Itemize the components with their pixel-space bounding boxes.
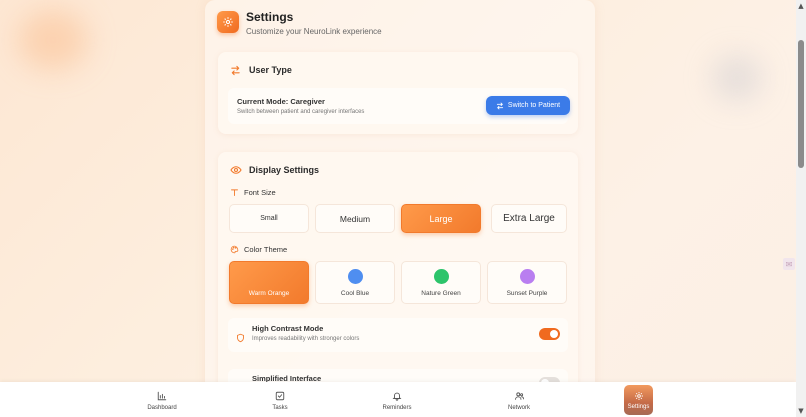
theme-sunset-purple-label: Sunset Purple [506, 290, 548, 297]
nav-label-settings: Settings [627, 404, 650, 410]
checkbox-icon [275, 391, 285, 402]
theme-swatch [520, 269, 535, 284]
nav-label-dashboard: Dashboard [147, 404, 177, 411]
nav-item-network[interactable]: Network [499, 387, 539, 414]
nav-item-reminders[interactable]: Reminders [377, 387, 417, 414]
vertical-scrollbar[interactable]: ▲ ▼ [796, 0, 806, 417]
theme-option-warm-orange[interactable]: Warm Orange [229, 261, 309, 304]
display-settings-heading: Display Settings [230, 164, 319, 176]
decorative-blob [18, 10, 88, 70]
user-type-heading: User Type [230, 64, 292, 76]
theme-nature-green-label: Nature Green [421, 290, 461, 297]
scroll-down-arrow-icon[interactable]: ▼ [796, 405, 806, 417]
type-icon [230, 188, 240, 197]
theme-warm-orange-label: Warm Orange [248, 290, 290, 297]
bell-icon [392, 391, 402, 402]
mail-icon[interactable]: ✉ [783, 258, 795, 270]
gear-icon [634, 390, 644, 401]
nav-label-tasks: Tasks [272, 404, 288, 411]
theme-option-sunset-purple[interactable]: Sunset Purple [487, 261, 567, 304]
theme-swatch [348, 269, 363, 284]
toggle-knob [550, 330, 558, 338]
current-mode-label: Current Mode: Caregiver [237, 97, 325, 106]
page-subtitle: Customize your NeuroLink experience [246, 27, 382, 36]
switch-to-patient-button[interactable]: Switch to Patient [486, 96, 570, 115]
current-mode-box: Current Mode: Caregiver Switch between p… [228, 88, 570, 124]
page-header: Settings Customize your NeuroLink experi… [217, 10, 382, 36]
theme-option-nature-green[interactable]: Nature Green [401, 261, 481, 304]
nav-item-settings[interactable]: Settings [624, 385, 653, 415]
display-settings-card: Display Settings Font Size Small Medium … [218, 152, 578, 392]
nav-label-reminders: Reminders [382, 404, 412, 411]
shield-icon [236, 330, 245, 348]
scroll-up-arrow-icon[interactable]: ▲ [796, 0, 806, 12]
switch-button-label: Switch to Patient [507, 102, 561, 109]
bottom-navigation: Dashboard Tasks Reminders Network Settin… [0, 382, 796, 417]
chart-icon [157, 391, 167, 402]
font-size-label: Font Size [244, 188, 276, 197]
swap-arrows-icon [230, 64, 242, 76]
high-contrast-toggle[interactable] [539, 328, 560, 340]
scrollbar-thumb[interactable] [798, 40, 804, 168]
nav-item-tasks[interactable]: Tasks [260, 387, 300, 414]
high-contrast-title: High Contrast Mode [252, 324, 324, 333]
theme-swatch [434, 269, 449, 284]
user-type-card: User Type Current Mode: Caregiver Switch… [218, 52, 578, 134]
font-size-extra-large-label: Extra Large [503, 213, 555, 224]
color-theme-label-row: Color Theme [230, 245, 287, 254]
font-size-option-extra-large[interactable]: Extra Large [491, 204, 567, 233]
font-size-option-large[interactable]: Large [401, 204, 481, 233]
user-type-title: User Type [249, 65, 292, 75]
font-size-small-label: Small [260, 215, 278, 222]
settings-gear-icon [217, 11, 239, 33]
color-theme-label: Color Theme [244, 245, 288, 254]
font-size-large-label: Large [429, 213, 453, 224]
palette-icon [230, 245, 240, 254]
display-settings-title: Display Settings [249, 165, 320, 175]
nav-label-network: Network [507, 404, 530, 411]
high-contrast-row: High Contrast Mode Improves readability … [228, 318, 568, 352]
eye-icon [230, 164, 242, 176]
font-size-option-medium[interactable]: Medium [315, 204, 395, 233]
high-contrast-description: Improves readability with stronger color… [252, 336, 360, 342]
nav-item-dashboard[interactable]: Dashboard [142, 387, 182, 414]
theme-cool-blue-label: Cool Blue [340, 290, 370, 297]
decorative-blob [712, 55, 762, 101]
swap-arrows-icon [496, 102, 504, 110]
users-icon [514, 391, 525, 402]
font-size-option-small[interactable]: Small [229, 204, 309, 233]
font-size-medium-label: Medium [339, 213, 371, 224]
theme-option-cool-blue[interactable]: Cool Blue [315, 261, 395, 304]
page-title: Settings [246, 10, 294, 24]
current-mode-description: Switch between patient and caregiver int… [237, 109, 365, 115]
theme-swatch [262, 269, 277, 284]
font-size-label-row: Font Size [230, 188, 276, 197]
